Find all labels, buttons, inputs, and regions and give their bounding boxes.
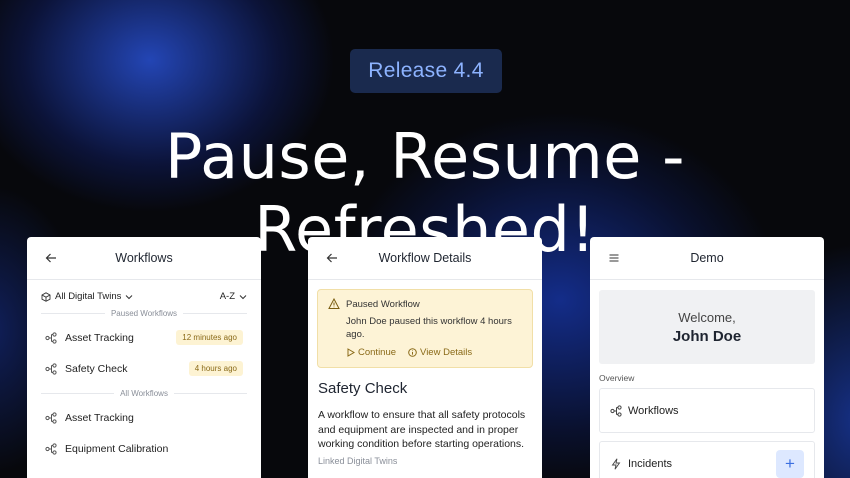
workflow-icon — [45, 362, 57, 375]
overview-item-label: Incidents — [628, 457, 673, 470]
back-arrow-icon[interactable] — [43, 250, 59, 266]
list-item[interactable]: Asset Tracking — [27, 402, 261, 433]
details-header: Workflow Details — [308, 237, 542, 280]
demo-card: Demo Welcome, John Doe Overview Workflow… — [590, 237, 824, 478]
twin-filter-label: All Digital Twins — [55, 291, 122, 302]
list-item-label: Asset Tracking — [65, 331, 134, 344]
workflows-card: Workflows All Digital Twins A-Z Paused W… — [27, 237, 261, 478]
linked-twins-label: Linked Digital Twins — [318, 455, 398, 466]
lightning-icon — [610, 458, 622, 470]
paused-section-label: Paused Workflows — [27, 309, 261, 318]
overview-item-workflows[interactable]: Workflows — [599, 388, 815, 433]
paused-alert: Paused Workflow John Doe paused this wor… — [317, 289, 533, 368]
workflow-icon — [45, 442, 57, 455]
list-item[interactable]: Asset Tracking 12 minutes ago — [27, 322, 261, 353]
back-arrow-icon[interactable] — [324, 250, 340, 266]
welcome-panel: Welcome, John Doe — [599, 290, 815, 364]
workflow-details-card: Workflow Details Paused Workflow John Do… — [308, 237, 542, 478]
demo-header: Demo — [590, 237, 824, 280]
play-icon — [347, 348, 355, 357]
workflow-icon — [45, 331, 57, 344]
overview-item-label: Workflows — [628, 404, 679, 417]
workflows-title: Workflows — [115, 251, 173, 265]
time-badge: 12 minutes ago — [176, 330, 243, 345]
workflow-name: Safety Check — [318, 380, 408, 397]
sort-dropdown[interactable]: A-Z — [220, 291, 247, 302]
info-icon — [408, 348, 417, 357]
menu-icon[interactable] — [606, 250, 622, 266]
user-name: John Doe — [672, 327, 742, 345]
alert-title: Paused Workflow — [346, 298, 420, 310]
details-title: Workflow Details — [378, 251, 472, 265]
chevron-down-icon — [126, 294, 133, 299]
twin-filter-dropdown[interactable]: All Digital Twins — [41, 291, 133, 302]
welcome-text: Welcome, — [678, 309, 736, 325]
list-item[interactable]: Equipment Calibration — [27, 433, 261, 464]
list-item[interactable]: Safety Check 4 hours ago — [27, 353, 261, 384]
alert-body: John Doe paused this workflow 4 hours ag… — [346, 316, 512, 340]
chevron-down-icon — [239, 294, 247, 299]
all-section-label: All Workflows — [27, 389, 261, 398]
time-badge: 4 hours ago — [188, 361, 243, 376]
workflows-header: Workflows — [27, 237, 261, 280]
list-item-label: Safety Check — [65, 362, 128, 375]
add-incident-button[interactable]: + — [776, 449, 804, 478]
continue-button[interactable]: Continue — [346, 347, 396, 358]
sort-label: A-Z — [219, 291, 235, 302]
list-item-label: Equipment Calibration — [65, 442, 169, 455]
workflow-icon — [45, 411, 57, 424]
warning-icon — [328, 298, 340, 309]
list-item-label: Asset Tracking — [65, 411, 134, 424]
cube-icon — [41, 291, 51, 302]
workflow-description: A workflow to ensure that all safety pro… — [318, 409, 526, 450]
release-badge: Release 4.4 — [350, 49, 502, 93]
overview-item-incidents[interactable]: Incidents + — [599, 441, 815, 478]
demo-title: Demo — [690, 251, 724, 265]
view-details-button[interactable]: View Details — [408, 347, 472, 358]
workflow-icon — [610, 404, 622, 417]
overview-label: Overview — [599, 373, 635, 383]
